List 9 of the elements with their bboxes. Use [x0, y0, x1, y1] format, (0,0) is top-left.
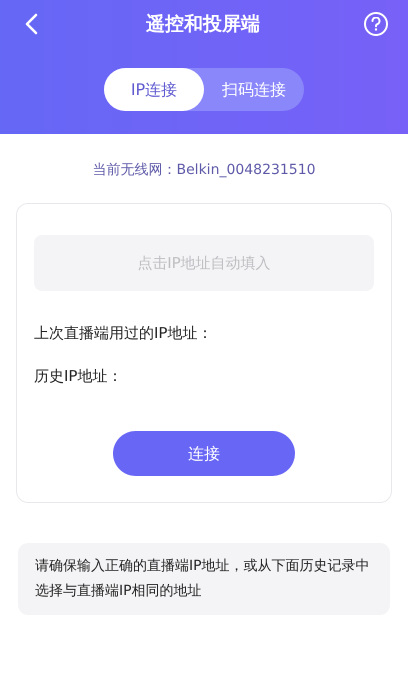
- connect-button[interactable]: 连接: [113, 431, 295, 476]
- tab[interactable]: 扫码连接: [204, 68, 304, 111]
- screen-title: 遥控和投屏端: [146, 12, 260, 37]
- wifi-info: 当前无线网：Belkin_0048231510: [91, 161, 317, 180]
- help-icon[interactable]: [364, 12, 388, 36]
- last-ip-label: 上次直播端用过的IP地址：: [34, 323, 214, 344]
- tab[interactable]: IP连接: [104, 68, 204, 111]
- note-text: 请确保输入正确的直播端IP地址，或从下面历史记录中选择与直播端IP相同的地址: [18, 543, 390, 615]
- history-ip-label: 历史IP地址：: [34, 366, 124, 386]
